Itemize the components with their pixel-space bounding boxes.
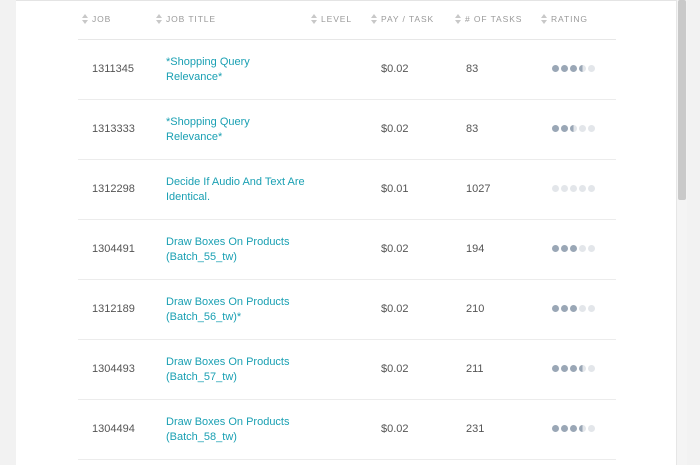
rating-dot-icon: [588, 365, 595, 372]
job-id: 1312298: [92, 183, 135, 195]
left-gutter: [0, 0, 16, 465]
rating-dot-icon: [579, 185, 586, 192]
rating-dot-icon: [570, 125, 577, 132]
rating-dot-icon: [579, 305, 586, 312]
header-level-label: LEVEL: [321, 14, 352, 24]
rating-dot-icon: [570, 365, 577, 372]
pay-per-task: $0.02: [381, 243, 409, 255]
sort-icon: [82, 13, 88, 25]
job-id: 1304493: [92, 363, 135, 375]
task-count: 210: [466, 303, 485, 315]
job-id: 1311345: [92, 63, 135, 75]
rating-dot-icon: [552, 185, 559, 192]
table-header: JOB JOB TITLE LEVEL PAY / TASK # OF TASK…: [78, 0, 616, 40]
job-title-link[interactable]: *Shopping Query Relevance*: [166, 115, 306, 145]
task-count: 194: [466, 243, 485, 255]
rating-dot-icon: [570, 245, 577, 252]
job-title-link[interactable]: Draw Boxes On Products (Batch_57_tw): [166, 355, 306, 385]
rating-dot-icon: [552, 425, 559, 432]
rating-dot-icon: [579, 125, 586, 132]
right-gutter: [687, 0, 700, 465]
table-row: 1312189 Draw Boxes On Products (Batch_56…: [78, 280, 616, 340]
pay-per-task: $0.02: [381, 363, 409, 375]
job-id: 1304491: [92, 243, 135, 255]
job-title-link[interactable]: Draw Boxes On Products (Batch_58_tw): [166, 415, 306, 445]
header-job-title-label: JOB TITLE: [166, 14, 216, 24]
rating-dot-icon: [588, 65, 595, 72]
header-pay-task-label: PAY / TASK: [381, 14, 435, 24]
job-title-link[interactable]: Decide If Audio And Text Are Identical.: [166, 175, 306, 205]
rating-dot-icon: [570, 65, 577, 72]
rating-dot-icon: [561, 365, 568, 372]
job-title-link[interactable]: Draw Boxes On Products (Batch_56_tw)*: [166, 295, 306, 325]
rating-dot-icon: [561, 125, 568, 132]
header-num-tasks-label: # OF TASKS: [465, 14, 523, 24]
job-title-link[interactable]: *Shopping Query Relevance*: [166, 55, 306, 85]
rating-dot-icon: [561, 425, 568, 432]
job-id: 1313333: [92, 123, 135, 135]
job-id: 1304494: [92, 423, 135, 435]
sort-icon: [371, 13, 377, 25]
task-count: 83: [466, 123, 479, 135]
pay-per-task: $0.02: [381, 303, 409, 315]
rating-dot-icon: [561, 65, 568, 72]
rating-dot-icon: [552, 65, 559, 72]
sort-icon: [311, 13, 317, 25]
task-count: 231: [466, 423, 485, 435]
sort-icon: [156, 13, 162, 25]
header-job-label: JOB: [92, 14, 112, 24]
rating-dot-icon: [588, 245, 595, 252]
rating-dot-icon: [588, 125, 595, 132]
table-row: 1304494 Draw Boxes On Products (Batch_58…: [78, 400, 616, 460]
rating-dot-icon: [552, 245, 559, 252]
task-count: 1027: [466, 183, 491, 195]
rating-dot-icon: [561, 185, 568, 192]
rating-dot-icon: [588, 425, 595, 432]
rating-dot-icon: [552, 125, 559, 132]
rating-dot-icon: [561, 245, 568, 252]
task-count: 83: [466, 63, 479, 75]
rating-dot-icon: [588, 185, 595, 192]
pay-per-task: $0.02: [381, 63, 409, 75]
rating-dot-icon: [570, 185, 577, 192]
sort-icon: [455, 13, 461, 25]
scrollbar[interactable]: [676, 0, 687, 465]
task-count: 211: [466, 363, 484, 375]
sort-icon: [541, 13, 547, 25]
rating-dot-icon: [552, 365, 559, 372]
rating-dot-icon: [552, 305, 559, 312]
table-row: 1312298 Decide If Audio And Text Are Ide…: [78, 160, 616, 220]
pay-per-task: $0.01: [381, 183, 409, 195]
table-row: 1304493 Draw Boxes On Products (Batch_57…: [78, 340, 616, 400]
rating-dot-icon: [561, 305, 568, 312]
table-row: 1313333 *Shopping Query Relevance* $0.02…: [78, 100, 616, 160]
pay-per-task: $0.02: [381, 123, 409, 135]
rating-dot-icon: [570, 425, 577, 432]
jobs-table: JOB JOB TITLE LEVEL PAY / TASK # OF TASK…: [78, 0, 616, 460]
table-row: 1311345 *Shopping Query Relevance* $0.02…: [78, 40, 616, 100]
job-title-link[interactable]: Draw Boxes On Products (Batch_55_tw): [166, 235, 306, 265]
rating-dot-icon: [579, 65, 586, 72]
rating-dot-icon: [579, 365, 586, 372]
pay-per-task: $0.02: [381, 423, 409, 435]
rating-dot-icon: [588, 305, 595, 312]
job-id: 1312189: [92, 303, 135, 315]
header-rating-label: RATING: [551, 14, 588, 24]
rating-dot-icon: [579, 425, 586, 432]
rating-dot-icon: [579, 245, 586, 252]
scrollbar-thumb[interactable]: [678, 0, 686, 200]
rating-dot-icon: [570, 305, 577, 312]
table-row: 1304491 Draw Boxes On Products (Batch_55…: [78, 220, 616, 280]
